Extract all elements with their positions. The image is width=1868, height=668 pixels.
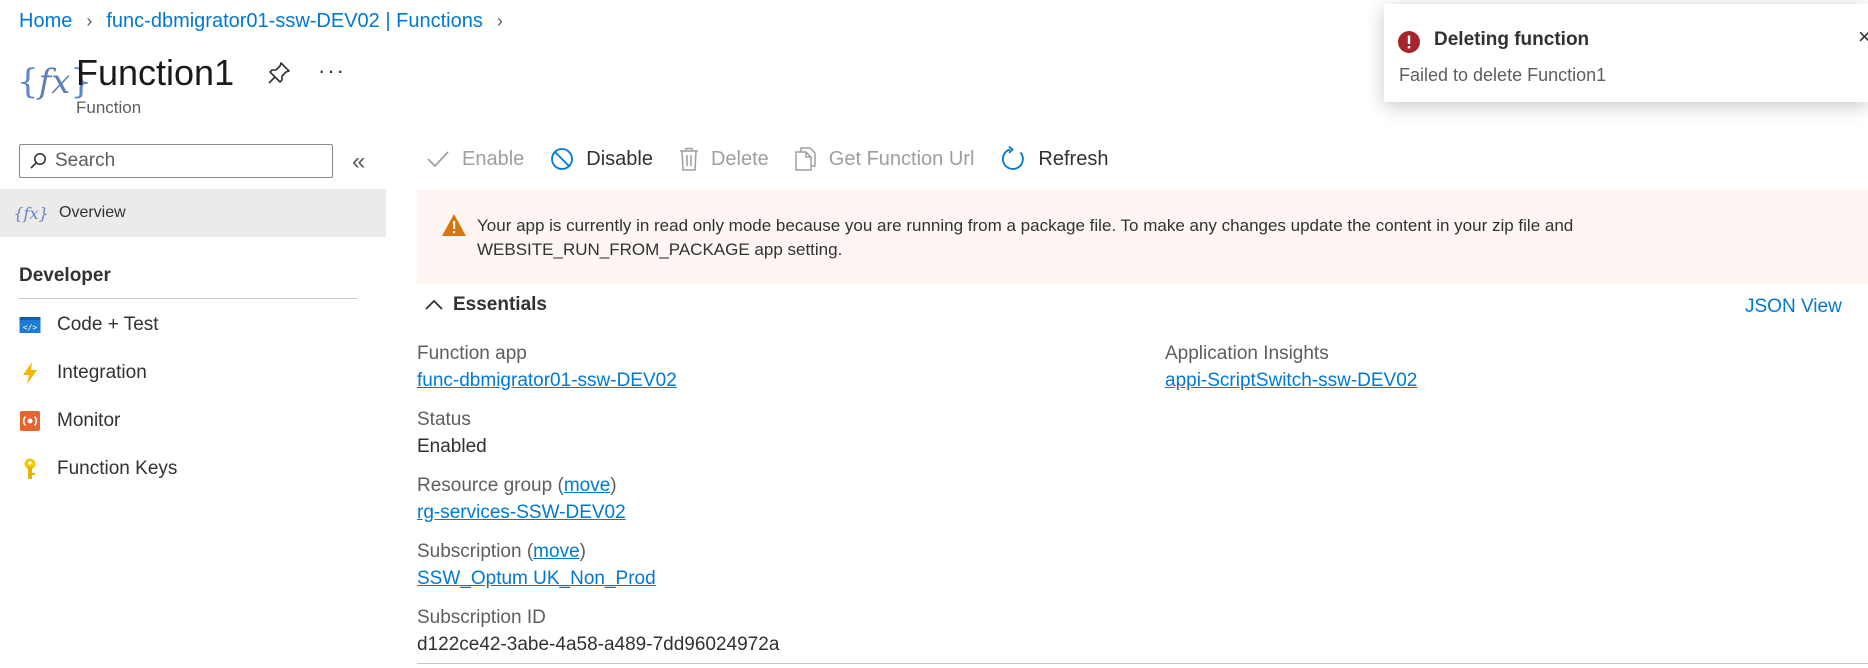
sidebar-item-overview[interactable]: {fx} Overview bbox=[0, 189, 386, 237]
delete-button[interactable]: Delete bbox=[679, 147, 769, 171]
divider bbox=[417, 663, 1868, 664]
sidebar-item-label: Code + Test bbox=[57, 314, 159, 335]
breadcrumb: Home › func-dbmigrator01-ssw-DEV02 | Fun… bbox=[19, 10, 517, 33]
app-insights-label: Application Insights bbox=[1165, 343, 1329, 364]
sidebar-item-label: Monitor bbox=[57, 410, 121, 431]
refresh-button[interactable]: Refresh bbox=[1000, 146, 1108, 172]
subscription-link[interactable]: SSW_Optum UK_Non_Prod bbox=[417, 568, 656, 590]
svg-text:</>: </> bbox=[23, 323, 38, 332]
pin-icon[interactable] bbox=[266, 60, 292, 86]
notification-title: Deleting function bbox=[1434, 29, 1590, 50]
notification-toast[interactable] bbox=[1384, 4, 1868, 102]
warning-icon bbox=[441, 213, 467, 242]
command-bar: Enable Disable Delete Get Function Url R… bbox=[426, 146, 1134, 172]
sidebar-item-integration[interactable]: Integration bbox=[0, 350, 386, 396]
enable-button[interactable]: Enable bbox=[426, 148, 524, 171]
essentials-toggle[interactable]: Essentials bbox=[425, 294, 547, 316]
json-view-link[interactable]: JSON View bbox=[1745, 296, 1842, 318]
copy-icon bbox=[795, 147, 816, 171]
status-label: Status bbox=[417, 409, 471, 430]
more-options-button[interactable]: ··· bbox=[318, 58, 346, 84]
lightning-icon bbox=[19, 362, 41, 384]
status-value: Enabled bbox=[417, 436, 487, 457]
checkmark-icon bbox=[427, 151, 449, 168]
get-function-url-button[interactable]: Get Function Url bbox=[795, 147, 975, 171]
page-title: Function1 bbox=[76, 52, 235, 93]
breadcrumb-function-app[interactable]: func-dbmigrator01-ssw-DEV02 | Functions bbox=[106, 10, 482, 33]
code-test-icon: </> bbox=[19, 314, 41, 336]
sidebar-item-label: Integration bbox=[57, 362, 147, 383]
resource-group-label-text: Resource group bbox=[417, 475, 553, 496]
delete-label: Delete bbox=[710, 147, 769, 170]
app-insights-link[interactable]: appi-ScriptSwitch-ssw-DEV02 bbox=[1165, 370, 1417, 392]
trash-icon bbox=[679, 147, 698, 171]
monitor-icon bbox=[19, 410, 41, 432]
divider bbox=[19, 298, 357, 299]
collapse-sidebar-button[interactable]: « bbox=[352, 148, 365, 176]
sidebar-item-monitor[interactable]: Monitor bbox=[0, 398, 386, 444]
refresh-label: Refresh bbox=[1038, 147, 1109, 170]
subscription-label: Subscription (move) bbox=[417, 541, 586, 562]
enable-label: Enable bbox=[462, 147, 525, 170]
resource-group-move-link[interactable]: move bbox=[564, 475, 610, 496]
function-app-link[interactable]: func-dbmigrator01-ssw-DEV02 bbox=[417, 370, 677, 392]
essentials-title: Essentials bbox=[453, 294, 547, 315]
subscription-id-value: d122ce42-3abe-4a58-a489-7dd96024972a bbox=[417, 634, 780, 655]
sidebar-item-label: Function Keys bbox=[57, 458, 178, 479]
subscription-label-text: Subscription bbox=[417, 541, 522, 562]
disable-button[interactable]: Disable bbox=[550, 147, 653, 171]
page-subtitle: Function bbox=[76, 98, 142, 117]
get-function-url-label: Get Function Url bbox=[828, 147, 975, 170]
sidebar-item-function-keys[interactable]: Function Keys bbox=[0, 446, 386, 492]
search-input[interactable] bbox=[53, 149, 317, 173]
resource-group-link[interactable]: rg-services-SSW-DEV02 bbox=[417, 502, 626, 524]
key-icon bbox=[19, 458, 41, 480]
refresh-icon bbox=[1002, 146, 1025, 170]
search-box[interactable] bbox=[19, 144, 333, 178]
sidebar-section-developer: Developer bbox=[19, 265, 111, 286]
chevron-right-icon: › bbox=[86, 11, 93, 31]
subscription-move-link[interactable]: move bbox=[533, 541, 579, 562]
subscription-id-label: Subscription ID bbox=[417, 607, 546, 628]
sidebar-item-label: Overview bbox=[59, 204, 126, 221]
sidebar-item-code-test[interactable]: </> Code + Test bbox=[0, 302, 386, 348]
chevron-right-icon: › bbox=[496, 11, 503, 31]
error-icon bbox=[1397, 30, 1421, 59]
breadcrumb-home[interactable]: Home bbox=[19, 10, 72, 33]
search-icon bbox=[29, 152, 47, 170]
resource-group-label: Resource group (move) bbox=[417, 475, 617, 496]
notification-message: Failed to delete Function1 bbox=[1399, 65, 1607, 85]
function-icon: {fx} bbox=[13, 203, 49, 223]
close-icon[interactable]: × bbox=[1858, 24, 1868, 50]
block-icon bbox=[551, 148, 574, 170]
banner-message: Your app is currently in read only mode … bbox=[477, 216, 1574, 259]
chevron-up-icon bbox=[425, 299, 443, 310]
function-app-label: Function app bbox=[417, 343, 527, 364]
disable-label: Disable bbox=[586, 147, 653, 170]
